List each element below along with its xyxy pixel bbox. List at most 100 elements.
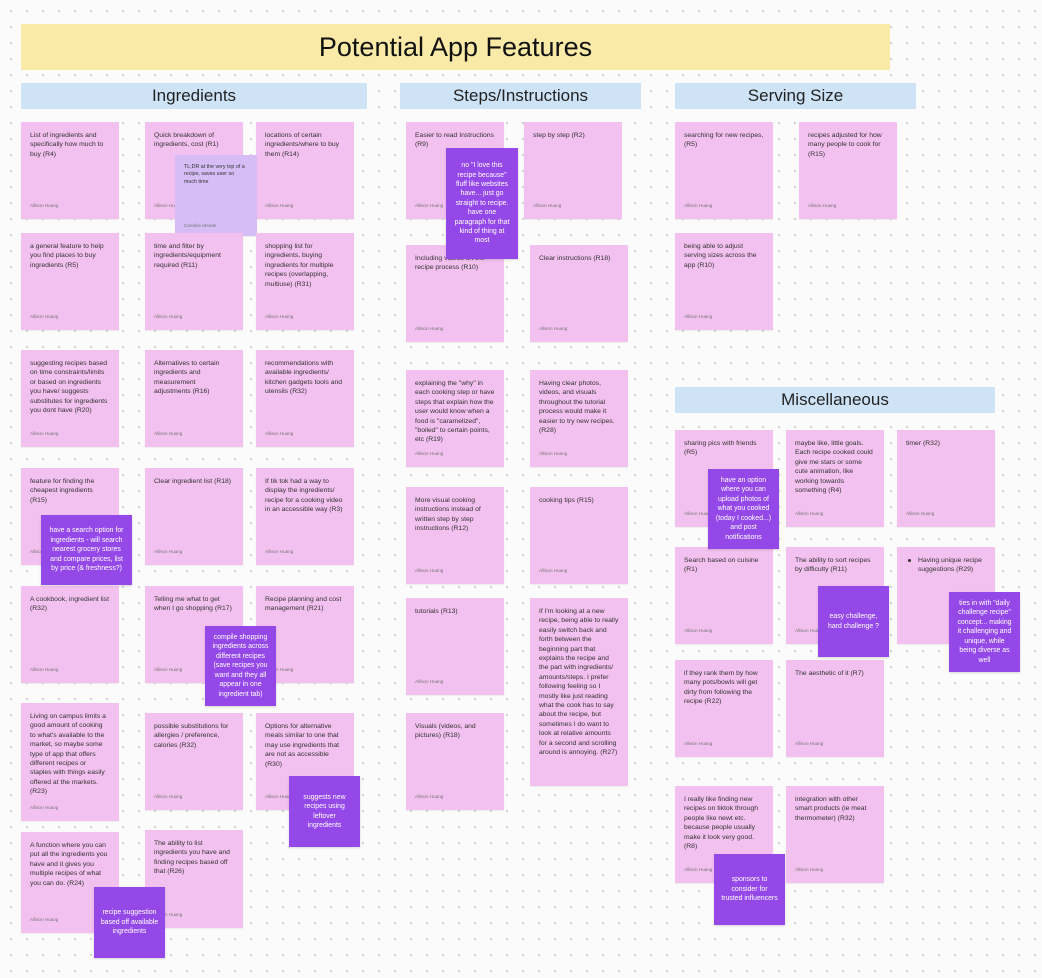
note-text: If I'm looking at a new recipe, being ab… <box>539 608 619 757</box>
sticky-note[interactable]: integration with other smart products (i… <box>786 786 884 883</box>
sticky-note[interactable]: recommendations with available ingredien… <box>256 350 354 447</box>
comment-note[interactable]: suggests new recipes using leftover ingr… <box>289 776 360 847</box>
sticky-note[interactable]: Visuals (videos, and pictures) (R18) Alli… <box>406 713 504 810</box>
sticky-note[interactable]: being able to adjust serving sizes acros… <box>675 233 773 330</box>
note-author: Allison Huang <box>415 678 444 684</box>
comment-note[interactable]: ties in with "daily challenge recipe" co… <box>949 592 1020 672</box>
comment-note[interactable]: recipe suggestion based off available in… <box>94 887 165 958</box>
note-text: maybe like, little goals. Each recipe co… <box>795 440 873 495</box>
note-author: Allison Huang <box>795 510 824 516</box>
note-text: Clear ingredient list (R18) <box>154 478 232 485</box>
note-text: A cookbook, ingredient list (R32) <box>30 596 109 613</box>
comment-note[interactable]: sponsors to consider for trusted influen… <box>714 854 785 925</box>
sticky-note[interactable]: recipes adjusted for how many people to … <box>799 122 897 219</box>
sticky-note[interactable]: List of ingredients and specifically how… <box>21 122 119 219</box>
sticky-note[interactable]: If I'm looking at a new recipe, being ab… <box>530 598 628 786</box>
sticky-note[interactable]: locations of certain ingredients/where t… <box>256 122 354 219</box>
sticky-note[interactable]: Living on campus limits a good amount of… <box>21 703 119 821</box>
note-text: Alternatives to certain ingredients and … <box>154 360 220 396</box>
note-author: Allison Huang <box>265 202 294 208</box>
note-author: Allison Huang <box>415 325 444 331</box>
note-text: Options for alternative meals similar to… <box>265 723 340 768</box>
sticky-note[interactable]: A cookbook, ingredient list (R32) Allison… <box>21 586 119 683</box>
note-author: Allison Huang <box>684 627 713 633</box>
section-header-misc: Miscellaneous <box>675 387 995 413</box>
comment-note[interactable]: no "I love this recipe because" fluff li… <box>446 148 518 259</box>
note-author: Allison Huang <box>684 740 713 746</box>
sticky-note[interactable]: Clear ingredient list (R18) Allison Huang <box>145 468 243 565</box>
note-text-bullet: Having unique recipe suggestions (R29) <box>906 556 987 575</box>
sticky-note[interactable]: step by step (R2) Allison Huang <box>524 122 622 219</box>
sticky-note[interactable]: a general feature to help you find place… <box>21 233 119 330</box>
sticky-note[interactable]: Alternatives to certain ingredients and … <box>145 350 243 447</box>
note-text: More visual cooking instructions instead… <box>415 497 481 533</box>
note-author: Allison Huang <box>30 916 59 922</box>
note-author: Caroline Meade <box>184 222 217 228</box>
note-author: Allison Huang <box>415 450 444 456</box>
note-author: Allison Huang <box>539 567 568 573</box>
note-text: shopping list for ingredients, buying in… <box>265 243 334 288</box>
note-text: Quick breakdown of ingredients, cost (R1… <box>154 132 219 149</box>
sticky-note[interactable]: The aesthetic of it (R7) Allison Huang <box>786 660 884 757</box>
note-text: being able to adjust serving sizes acros… <box>684 243 757 269</box>
note-text: If tik tok had a way to display the ingr… <box>265 478 343 514</box>
sticky-note[interactable]: TL;DR at the very top of a recipe, saves… <box>175 155 257 236</box>
note-author: Allison Huang <box>684 202 713 208</box>
note-author: Allison Huang <box>795 866 824 872</box>
note-author: Allison Huang <box>684 866 713 872</box>
sticky-note[interactable]: Clear instructions (R18) Allison Huang <box>530 245 628 342</box>
note-text: Easier to read Instructions (R9) <box>415 132 494 149</box>
note-author: Allison Huang <box>265 430 294 436</box>
note-author: Allison Huang <box>906 510 935 516</box>
comment-note[interactable]: easy challenge, hard challenge ? <box>818 586 889 657</box>
note-author: Allison Huang <box>154 793 183 799</box>
note-text: I really like finding new recipes on tik… <box>684 796 759 851</box>
note-text: possible substitutions for allergies / p… <box>154 723 229 749</box>
sticky-note[interactable]: Including videos on the recipe process (… <box>406 245 504 342</box>
note-text: tutorials (R13) <box>415 608 458 615</box>
note-author: Allison Huang <box>30 202 59 208</box>
note-author: Allison Huang <box>415 202 444 208</box>
sticky-note[interactable]: explaining the "why" in each cooking ste… <box>406 370 504 467</box>
note-author: Allison Huang <box>415 567 444 573</box>
note-text: a general feature to help you find place… <box>30 243 104 269</box>
note-text: Living on campus limits a good amount of… <box>30 713 106 796</box>
sticky-note[interactable]: Having clear photos, videos, and visuals… <box>530 370 628 467</box>
note-author: Allison Huang <box>684 313 713 319</box>
note-author: Allison Huang <box>30 313 59 319</box>
note-text: Having unique recipe suggestions (R29) <box>918 557 982 574</box>
sticky-note[interactable]: suggesting recipes based on time constra… <box>21 350 119 447</box>
section-header-ingredients: Ingredients <box>21 83 367 109</box>
note-author: Allison Huang <box>539 325 568 331</box>
note-author: Allison Huang <box>154 430 183 436</box>
sticky-note[interactable]: tutorials (R13) Allison Huang <box>406 598 504 695</box>
comment-note[interactable]: have an option where you can upload phot… <box>708 469 779 549</box>
sticky-note[interactable]: More visual cooking instructions instead… <box>406 487 504 584</box>
sticky-note[interactable]: If tik tok had a way to display the ingr… <box>256 468 354 565</box>
note-text: sharing pics with friends (R5) <box>684 440 757 457</box>
bullet-icon <box>908 559 911 562</box>
sticky-note[interactable]: if they rank them by how many pots/bowls… <box>675 660 773 757</box>
note-author: Allison Huang <box>30 804 59 810</box>
note-text: Recipe planning and cost management (R21… <box>265 596 342 613</box>
note-text: time and filter by ingredients/equipment… <box>154 243 221 269</box>
note-text: A function where you can put all the ing… <box>30 842 108 887</box>
comment-note[interactable]: compile shopping ingredients across diff… <box>205 626 276 706</box>
sticky-note[interactable]: cooking tips (R15) Allison Huang <box>530 487 628 584</box>
sticky-note[interactable]: Search based on cuisine (R1) Allison Huan… <box>675 547 773 644</box>
comment-note[interactable]: have a search option for ingredients - w… <box>41 515 132 585</box>
sticky-note[interactable]: timer (R32) Allison Huang <box>897 430 995 527</box>
note-text: if they rank them by how many pots/bowls… <box>684 670 758 706</box>
note-text: timer (R32) <box>906 440 940 447</box>
note-text: The aesthetic of it (R7) <box>795 670 864 677</box>
sticky-note[interactable]: searching for new recipes, (R5) Allison H… <box>675 122 773 219</box>
note-text: Telling me what to get when I go shoppin… <box>154 596 232 613</box>
sticky-note[interactable]: shopping list for ingredients, buying in… <box>256 233 354 330</box>
section-header-steps: Steps/Instructions <box>400 83 641 109</box>
note-text: integration with other smart products (i… <box>795 796 867 822</box>
sticky-note[interactable]: maybe like, little goals. Each recipe co… <box>786 430 884 527</box>
note-text: Search based on cuisine (R1) <box>684 557 759 574</box>
sticky-note[interactable]: possible substitutions for allergies / p… <box>145 713 243 810</box>
sticky-note[interactable]: time and filter by ingredients/equipment… <box>145 233 243 330</box>
note-author: Allison Huang <box>415 793 444 799</box>
